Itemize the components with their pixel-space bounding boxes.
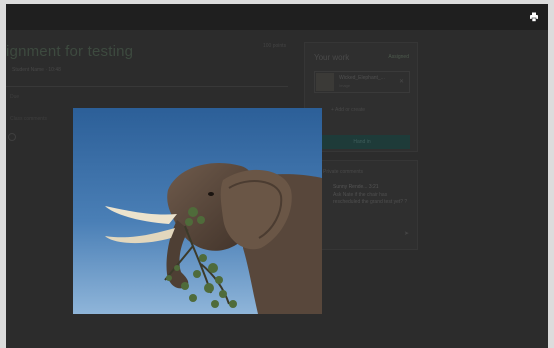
- assignment-meta: Student Name · 10:48: [12, 67, 61, 73]
- points-label: 100 points: [263, 43, 287, 49]
- add-or-create-button[interactable]: + Add or create: [331, 107, 365, 113]
- remove-attachment-icon[interactable]: ✕: [399, 78, 404, 85]
- comment-author: Sunny Rende... 3:21: [333, 184, 379, 190]
- assignment-title: ignment for testing: [6, 43, 134, 60]
- viewer-top-bar: [6, 4, 548, 30]
- hand-in-button[interactable]: Hand in: [314, 135, 410, 149]
- image-viewer-overlay: ignment for testing 100 points Student N…: [6, 4, 548, 348]
- attachment-chip[interactable]: Wicked_Elephant_... Image ✕: [314, 71, 410, 93]
- due-label: Due: [10, 94, 20, 100]
- attachment-type: Image: [339, 83, 351, 88]
- status-badge: Assigned: [388, 54, 409, 60]
- send-icon[interactable]: ➤: [404, 230, 409, 237]
- attachment-thumbnail: [316, 73, 334, 91]
- attachment-name: Wicked_Elephant_...: [339, 75, 385, 81]
- your-work-heading: Your work: [314, 53, 350, 62]
- private-comments-heading: Private comments: [323, 169, 364, 175]
- comment-text: Ask Nate if the chair has rescheduled th…: [333, 192, 408, 205]
- avatar: [8, 133, 16, 141]
- class-comments-label: Class comments: [10, 116, 47, 122]
- divider: [6, 86, 288, 87]
- printer-icon: [530, 12, 538, 22]
- elephant-photo[interactable]: [73, 108, 322, 314]
- print-button[interactable]: [526, 9, 542, 25]
